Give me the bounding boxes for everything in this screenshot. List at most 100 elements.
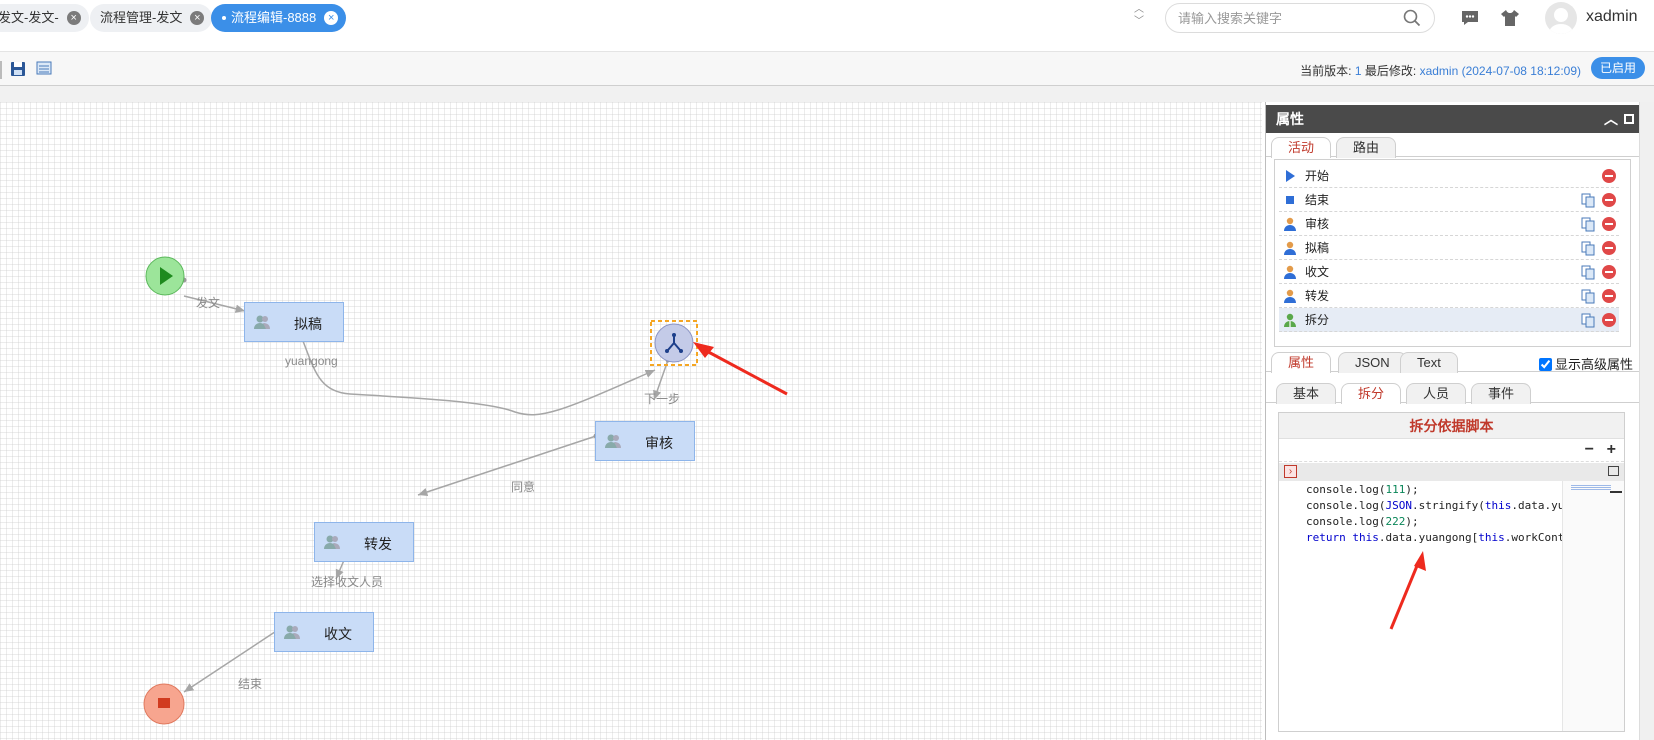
avatar[interactable] [1545, 2, 1577, 34]
activity-name: 结束 [1305, 193, 1330, 207]
activity-name: 开始 [1305, 169, 1330, 183]
code-minimap[interactable] [1562, 481, 1624, 731]
search-icon[interactable] [1403, 9, 1421, 27]
edge-draft-to-split[interactable] [302, 340, 656, 416]
copy-icon[interactable] [1581, 193, 1595, 208]
copy-icon[interactable] [1581, 313, 1595, 328]
delete-icon[interactable] [1602, 193, 1616, 207]
edge-label-end[interactable]: 结束 [238, 675, 262, 692]
list-item[interactable]: 转发 [1279, 284, 1619, 308]
delete-icon[interactable] [1602, 241, 1616, 255]
username[interactable]: xadmin [1586, 8, 1638, 26]
delete-icon[interactable] [1602, 265, 1616, 279]
sub-tabs: 基本 拆分 人员 事件 [1266, 381, 1640, 404]
chevron-up-icon[interactable]: ︿ [1131, 4, 1147, 16]
flow-canvas[interactable]: 拟稿 审核 转发 收文 发文 yuangong 下一步 同意 选择收文人员 结束 [0, 102, 1262, 740]
tab-activity[interactable]: 活动 [1271, 137, 1332, 158]
version-value: 1 [1354, 64, 1362, 78]
properties-title: 属性 [1276, 111, 1304, 127]
copy-icon[interactable] [1581, 289, 1595, 304]
list-item[interactable]: 收文 [1279, 260, 1619, 284]
list-item[interactable]: 拟稿 [1279, 236, 1619, 260]
edge-label-agree[interactable]: 同意 [511, 478, 535, 495]
edge-label-next[interactable]: 下一步 [644, 390, 680, 407]
delete-icon[interactable] [1602, 169, 1616, 183]
view-icon[interactable] [36, 61, 52, 75]
tab-events[interactable]: 事件 [1471, 383, 1532, 404]
enabled-status-button[interactable]: 已启用 [1591, 57, 1646, 79]
activity-name: 收文 [1305, 265, 1330, 279]
user-icon [1284, 241, 1296, 255]
list-item[interactable]: 结束 [1279, 188, 1619, 212]
node-review[interactable]: 审核 [595, 421, 695, 461]
search-input[interactable] [1165, 3, 1435, 33]
user-icon [1284, 217, 1296, 231]
save-icon[interactable] [10, 61, 26, 77]
chevron-down-icon[interactable]: ﹀ [1131, 16, 1147, 28]
tab-process-edit[interactable]: 流程编辑-8888 × [211, 4, 347, 32]
tab-scroll-arrows[interactable]: ︿ ﹀ [1131, 4, 1147, 32]
end-node[interactable] [143, 683, 185, 725]
edge-label-yuangong[interactable]: yuangong [285, 354, 338, 368]
tab-attributes[interactable]: 属性 [1271, 352, 1332, 373]
close-icon[interactable]: × [66, 11, 81, 25]
node-label: 转发 [364, 536, 392, 552]
end-icon [1286, 196, 1294, 204]
user-icon [1284, 265, 1296, 279]
annotation-arrow [1389, 551, 1426, 630]
close-icon[interactable]: × [190, 11, 205, 25]
modified-label: 最后修改: [1364, 64, 1417, 78]
split-icon [1284, 313, 1296, 327]
tab-people[interactable]: 人员 [1406, 383, 1467, 404]
zoom-in-button[interactable]: + [1607, 441, 1616, 459]
user-group-icon [324, 535, 340, 549]
maximize-icon[interactable] [1624, 114, 1634, 124]
split-node[interactable] [650, 320, 698, 366]
zoom-controls: − + [1279, 440, 1624, 462]
delete-icon[interactable] [1602, 289, 1616, 303]
properties-panel: 属性 ︿ 活动 路由 开始 结束 审核 拟稿 收文 转发 拆分 属性 JSON … [1265, 102, 1640, 740]
activity-list: 开始 结束 审核 拟稿 收文 转发 拆分 [1274, 159, 1631, 347]
error-icon[interactable]: › [1284, 465, 1297, 478]
copy-icon[interactable] [1581, 265, 1595, 280]
advanced-props-checkbox[interactable] [1538, 358, 1552, 371]
list-item[interactable]: 审核 [1279, 212, 1619, 236]
user-icon [1284, 289, 1296, 303]
copy-icon[interactable] [1581, 217, 1595, 232]
tab-send-doc[interactable]: 发文-发文- × [0, 4, 89, 32]
delete-icon[interactable] [1602, 313, 1616, 327]
edge-review-to-forward[interactable] [417, 435, 597, 497]
tab-route[interactable]: 路由 [1336, 137, 1397, 158]
user-group-icon [605, 434, 621, 448]
start-node[interactable] [145, 256, 185, 296]
editor-toolbar: 当前版本: 1 最后修改: xadmin (2024-07-08 18:12:0… [0, 52, 1654, 86]
tab-text[interactable]: Text [1400, 352, 1458, 373]
message-icon[interactable] [1460, 9, 1480, 27]
split-script-editor: 拆分依据脚本 − + › console.log(111); console.l… [1278, 412, 1625, 732]
delete-icon[interactable] [1602, 217, 1616, 231]
node-draft[interactable]: 拟稿 [244, 302, 344, 342]
tab-basic[interactable]: 基本 [1276, 383, 1337, 404]
version-label: 当前版本: [1300, 64, 1352, 78]
list-item[interactable]: 开始 [1279, 164, 1619, 188]
copy-icon[interactable] [1581, 241, 1595, 256]
panel-scrollbar[interactable] [1639, 102, 1654, 740]
node-forward[interactable]: 转发 [314, 522, 414, 562]
zoom-out-button[interactable]: − [1585, 441, 1594, 459]
tab-split[interactable]: 拆分 [1341, 383, 1402, 404]
tab-label: 流程编辑-8888 [231, 10, 317, 25]
list-item-selected[interactable]: 拆分 [1279, 308, 1619, 332]
start-icon [1286, 170, 1295, 182]
skin-icon[interactable] [1500, 9, 1520, 27]
restore-icon[interactable] [1608, 466, 1619, 476]
tab-json[interactable]: JSON [1338, 352, 1407, 373]
collapse-icon[interactable]: ︿ [1604, 112, 1618, 126]
edge-label-select-recipients[interactable]: 选择收文人员 [311, 573, 383, 590]
advanced-props-toggle[interactable]: 显示高级属性 [1538, 354, 1633, 373]
tab-process-manage[interactable]: 流程管理-发文 × [90, 4, 213, 32]
close-icon[interactable]: × [324, 11, 339, 25]
code-line: console.log(111); [1306, 483, 1419, 496]
edge-label-send[interactable]: 发文 [196, 294, 220, 311]
activity-name: 转发 [1305, 289, 1330, 303]
node-receive[interactable]: 收文 [274, 612, 374, 652]
